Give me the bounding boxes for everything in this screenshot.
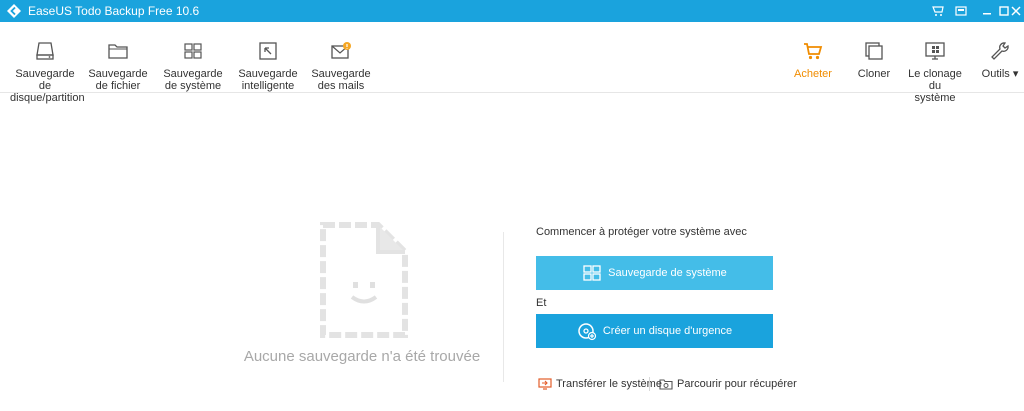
folder-icon xyxy=(108,44,128,59)
smart-backup-button[interactable]: Sauvegarde intelligente xyxy=(235,22,301,92)
tool-label: disque/partition xyxy=(10,92,85,104)
app-logo-icon xyxy=(7,4,21,18)
mail-icon xyxy=(331,42,351,59)
browse-to-recover-label: Parcourir pour récupérer xyxy=(677,378,797,390)
tools-dropdown-button[interactable]: Outils ▾ xyxy=(980,22,1020,92)
mail-backup-button[interactable]: Sauvegarde des mails xyxy=(308,22,374,92)
buy-button[interactable]: Acheter xyxy=(790,22,836,92)
close-icon[interactable] xyxy=(1008,3,1024,19)
window-title: EaseUS Todo Backup Free 10.6 xyxy=(28,4,200,18)
minimize-icon[interactable] xyxy=(979,3,995,19)
tool-label: Sauvegarde xyxy=(88,68,148,80)
smart-backup-icon xyxy=(259,42,277,60)
system-backup-button[interactable]: Sauvegarde de système xyxy=(160,22,226,92)
cart-icon[interactable] xyxy=(930,3,946,19)
tool-label: Sauvegarde de xyxy=(15,68,75,92)
title-bar: EaseUS Todo Backup Free 10.6 xyxy=(0,0,1024,22)
tool-label: des mails xyxy=(317,80,365,92)
system-clone-button[interactable]: Le clonage du système xyxy=(903,22,967,104)
empty-document-icon xyxy=(320,222,408,338)
disk-partition-backup-button[interactable]: Sauvegarde de disque/partition xyxy=(10,22,85,104)
protect-system-heading: Commencer à protéger votre système avec xyxy=(536,226,747,238)
clone-button[interactable]: Cloner xyxy=(852,22,896,92)
system-clone-icon xyxy=(925,42,945,60)
browse-to-recover-link[interactable]: Parcourir pour récupérer xyxy=(659,377,797,391)
tool-label: de système xyxy=(164,80,222,92)
transfer-icon xyxy=(538,378,552,390)
disk-icon xyxy=(36,42,54,60)
disc-icon xyxy=(578,323,596,341)
panel-divider xyxy=(503,232,504,382)
tool-label: Sauvegarde xyxy=(163,68,223,80)
cart-icon xyxy=(804,43,823,60)
file-backup-button[interactable]: Sauvegarde de fichier xyxy=(85,22,151,92)
transfer-system-link[interactable]: Transférer le système xyxy=(538,377,662,391)
windows-icon xyxy=(583,265,601,281)
tool-label: Acheter xyxy=(794,68,832,80)
tool-label: Sauvegarde xyxy=(238,68,298,80)
tool-label: intelligente xyxy=(241,80,295,92)
create-rescue-disk-button[interactable]: Créer un disque d'urgence xyxy=(536,314,773,348)
tool-label: système xyxy=(914,92,956,104)
main-toolbar: Sauvegarde de disque/partition Sauvegard… xyxy=(0,22,1024,104)
and-label: Et xyxy=(536,297,547,309)
empty-state-message: Aucune sauvegarde n'a été trouvée xyxy=(243,348,481,365)
browse-folder-icon xyxy=(659,379,673,390)
system-backup-action-label: Sauvegarde de système xyxy=(608,267,727,279)
window-layout-icon[interactable] xyxy=(953,3,969,19)
wrench-icon xyxy=(991,42,1009,60)
tool-label: Cloner xyxy=(857,68,891,80)
link-separator xyxy=(649,377,650,391)
clone-icon xyxy=(865,42,883,60)
tool-label: de fichier xyxy=(95,80,141,92)
tool-label: Le clonage du xyxy=(908,68,962,92)
tool-label: Sauvegarde xyxy=(311,68,371,80)
tool-label: Outils ▾ xyxy=(981,68,1019,80)
transfer-system-label: Transférer le système xyxy=(556,378,662,390)
system-backup-action-button[interactable]: Sauvegarde de système xyxy=(536,256,773,290)
create-rescue-disk-label: Créer un disque d'urgence xyxy=(602,325,733,337)
windows-icon xyxy=(184,43,202,59)
